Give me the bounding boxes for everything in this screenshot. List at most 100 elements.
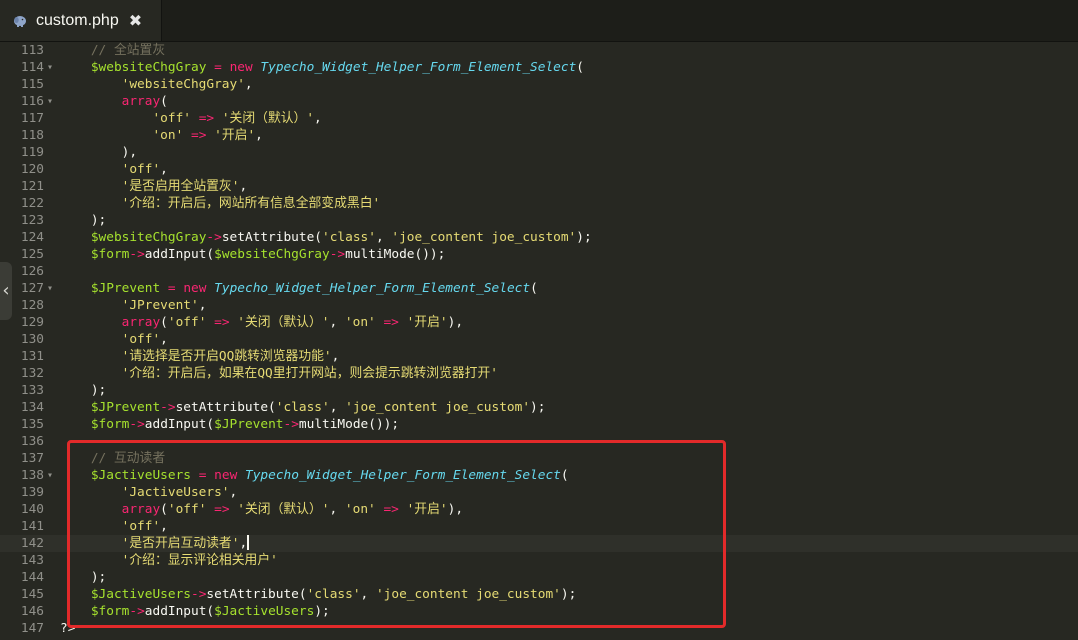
fold-arrow-icon[interactable]: ▾ — [47, 280, 53, 297]
line-number: 117 — [20, 111, 44, 126]
code-token: ); — [90, 570, 107, 585]
code-token: '介绍：显示评论相关用户' — [121, 553, 278, 568]
code-line[interactable]: 147 ?> — [0, 620, 1078, 637]
code-line[interactable]: 132 '介绍：开启后，如果在QQ里打开网站，则会提示跳转浏览器打开' — [0, 365, 1078, 382]
code-token: ), — [447, 315, 464, 330]
code-text: 'off' => '关闭（默认）', — [60, 110, 322, 127]
code-token: 'websiteChgGray' — [121, 77, 245, 92]
code-token: $websiteChgGray — [214, 247, 330, 262]
code-token: , — [329, 400, 346, 415]
code-token: '是否开启互动读者' — [121, 536, 240, 551]
code-token: new — [229, 60, 253, 75]
code-line[interactable]: 115 'websiteChgGray', — [0, 76, 1078, 93]
line-number: 131 — [20, 349, 44, 364]
code-text: // 互动读者 — [60, 450, 165, 467]
line-number: 123 — [20, 213, 44, 228]
code-line[interactable]: 130 'off', — [0, 331, 1078, 348]
code-token: ( — [160, 315, 168, 330]
code-token: $JPrevent — [214, 417, 284, 432]
line-number: 137 — [20, 451, 44, 466]
code-line[interactable]: 118 'on' => '开启', — [0, 127, 1078, 144]
code-line[interactable]: 123 ); — [0, 212, 1078, 229]
code-text: '请选择是否开启QQ跳转浏览器功能', — [60, 348, 340, 365]
code-line[interactable]: 136 — [0, 433, 1078, 450]
code-line[interactable]: 144 ); — [0, 569, 1078, 586]
line-number: 121 — [20, 179, 44, 194]
code-text: array('off' => '关闭（默认）', 'on' => '开启'), — [60, 501, 463, 518]
code-line[interactable]: 124 $websiteChgGray->setAttribute('class… — [0, 229, 1078, 246]
code-line[interactable]: 121 '是否启用全站置灰', — [0, 178, 1078, 195]
close-icon[interactable]: ✖ — [129, 11, 142, 30]
fold-arrow-icon[interactable]: ▾ — [47, 93, 53, 110]
code-line[interactable]: 143 '介绍：显示评论相关用户' — [0, 552, 1078, 569]
code-token: => — [214, 502, 230, 517]
code-line[interactable]: 129 array('off' => '关闭（默认）', 'on' => '开启… — [0, 314, 1078, 331]
code-text: array('off' => '关闭（默认）', 'on' => '开启'), — [60, 314, 463, 331]
fold-arrow-icon[interactable]: ▾ — [47, 467, 53, 484]
code-line[interactable]: 140 array('off' => '关闭（默认）', 'on' => '开启… — [0, 501, 1078, 518]
code-line[interactable]: 145 $JactiveUsers->setAttribute('class',… — [0, 586, 1078, 603]
code-line[interactable]: 116 ▾ array( — [0, 93, 1078, 110]
code-token: multiMode — [345, 247, 415, 262]
tab-custom-php[interactable]: custom.php ✖ — [0, 0, 162, 41]
code-line[interactable]: 128 'JPrevent', — [0, 297, 1078, 314]
code-line[interactable]: 139 'JactiveUsers', — [0, 484, 1078, 501]
code-line[interactable]: 134 $JPrevent->setAttribute('class', 'jo… — [0, 399, 1078, 416]
code-text: $form->addInput($JPrevent->multiMode()); — [60, 416, 399, 433]
code-line[interactable]: 138 ▾ $JactiveUsers = new Typecho_Widget_… — [0, 467, 1078, 484]
code-line[interactable]: 122 '介绍：开启后，网站所有信息全部变成黑白' — [0, 195, 1078, 212]
code-line[interactable]: 131 '请选择是否开启QQ跳转浏览器功能', — [0, 348, 1078, 365]
code-text: ?> — [60, 620, 75, 637]
code-token: '关闭（默认）' — [237, 315, 330, 330]
collapse-sidebar-handle[interactable]: ‹ — [0, 262, 12, 320]
code-token: ( — [206, 417, 215, 432]
code-line[interactable]: 141 'off', — [0, 518, 1078, 535]
code-token: addInput — [144, 417, 207, 432]
code-token: // 全站置灰 — [90, 43, 166, 58]
code-line[interactable]: 114 ▾ $websiteChgGray = new Typecho_Widge… — [0, 59, 1078, 76]
code-line[interactable]: 146 $form->addInput($JactiveUsers); — [0, 603, 1078, 620]
code-token: , — [314, 111, 322, 126]
code-token: ( — [298, 587, 307, 602]
code-line[interactable]: 137 // 互动读者 — [0, 450, 1078, 467]
code-token: $JPrevent — [90, 281, 161, 296]
code-token: ( — [576, 60, 585, 75]
code-line[interactable]: 125 $form->addInput($websiteChgGray->mul… — [0, 246, 1078, 263]
code-line[interactable]: 133 ); — [0, 382, 1078, 399]
code-token: 'joe_content joe_custom' — [345, 400, 531, 415]
code-token: ); — [90, 213, 107, 228]
line-number: 138 — [20, 468, 44, 483]
code-token: , — [239, 179, 248, 194]
code-line[interactable]: 127 ▾ $JPrevent = new Typecho_Widget_Help… — [0, 280, 1078, 297]
code-token: ( — [314, 230, 322, 245]
code-token: '关闭（默认）' — [221, 111, 315, 126]
code-line[interactable]: 113 // 全站置灰 — [0, 42, 1078, 59]
code-token: Typecho_Widget_Helper_Form_Element_Selec… — [260, 60, 577, 75]
code-token: $websiteChgGray — [90, 230, 207, 245]
code-token: 'class' — [306, 587, 361, 602]
code-token: ( — [560, 468, 569, 483]
code-line[interactable]: 120 'off', — [0, 161, 1078, 178]
code-token: ); — [314, 604, 330, 619]
code-line[interactable]: 119 ), — [0, 144, 1078, 161]
fold-arrow-icon[interactable]: ▾ — [47, 59, 53, 76]
code-text: '是否启用全站置灰', — [60, 178, 248, 195]
code-token: = — [167, 281, 176, 296]
code-line[interactable]: 117 'off' => '关闭（默认）', — [0, 110, 1078, 127]
code-line[interactable]: 126 — [0, 263, 1078, 280]
code-token: multiMode — [298, 417, 369, 432]
code-editor[interactable]: 113 // 全站置灰 114 ▾ $websiteChgGray = new Ty… — [0, 41, 1078, 640]
code-line[interactable]: 135 $form->addInput($JPrevent->multiMode… — [0, 416, 1078, 433]
code-line[interactable]: 142 '是否开启互动读者', — [0, 535, 1078, 552]
code-token: ( — [160, 94, 168, 109]
